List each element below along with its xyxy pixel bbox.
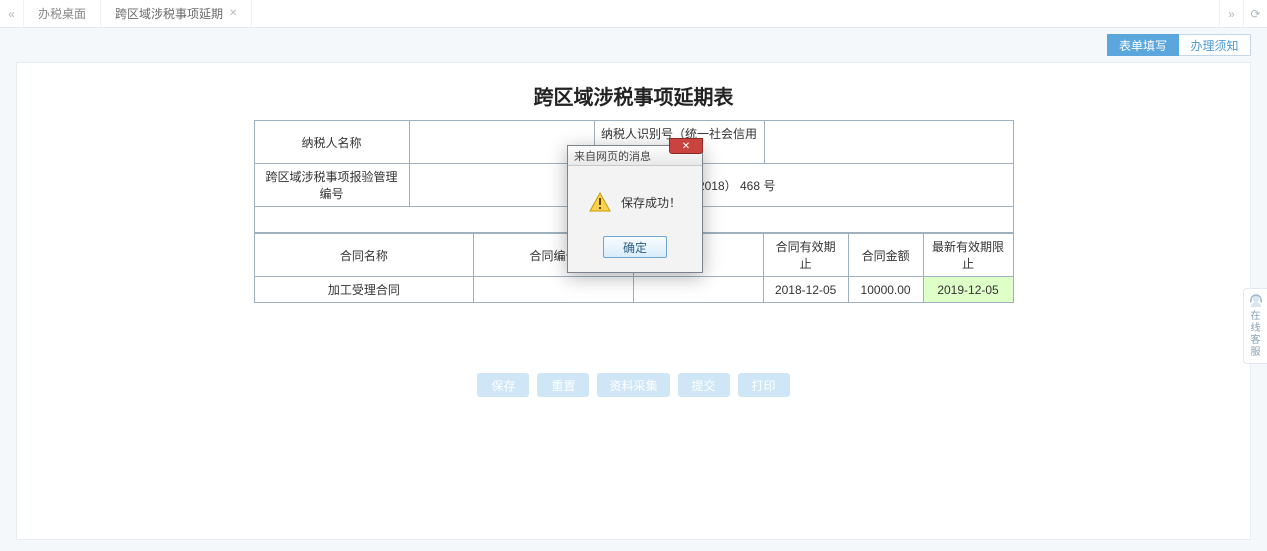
col-amount: 合同金额 bbox=[848, 234, 923, 277]
alert-dialog: 来自网页的消息 ✕ 保存成功！ 确定 bbox=[567, 145, 703, 273]
cell-contract-no bbox=[474, 277, 634, 303]
cell-valid-to: 2018-12-05 bbox=[763, 277, 848, 303]
cell-contract-name: 加工受理合同 bbox=[254, 277, 474, 303]
cell-hidden bbox=[633, 277, 763, 303]
dialog-message: 保存成功！ bbox=[621, 194, 681, 211]
value-taxpayer-id[interactable] bbox=[764, 121, 1013, 164]
dialog-footer: 确定 bbox=[568, 236, 702, 272]
tab-bar: « 办税桌面 跨区域涉税事项延期 ✕ » ⟳ bbox=[0, 0, 1267, 28]
tabs-scroll-right[interactable]: » bbox=[1219, 0, 1243, 27]
col-valid-to: 合同有效期止 bbox=[763, 234, 848, 277]
value-mgmt-no: 税跨报 （2018） 468 号 bbox=[409, 164, 1013, 207]
cell-amount: 10000.00 bbox=[848, 277, 923, 303]
collect-button[interactable]: 资料采集 bbox=[597, 373, 669, 397]
tab-cross-region-extension[interactable]: 跨区域涉税事项延期 ✕ bbox=[101, 0, 252, 27]
dialog-body: 保存成功！ bbox=[568, 166, 702, 236]
side-label: 在线客服 bbox=[1251, 311, 1261, 358]
pill-form-fill[interactable]: 表单填写 bbox=[1107, 34, 1179, 56]
refresh-icon: ⟳ bbox=[1250, 7, 1260, 21]
col-contract-name: 合同名称 bbox=[254, 234, 474, 277]
print-button[interactable]: 打印 bbox=[738, 373, 790, 397]
tab-desktop[interactable]: 办税桌面 bbox=[24, 0, 101, 27]
online-service-widget[interactable]: 在线客服 bbox=[1243, 288, 1267, 364]
col-new-deadline: 最新有效期限止 bbox=[923, 234, 1013, 277]
dialog-titlebar[interactable]: 来自网页的消息 ✕ bbox=[568, 146, 702, 166]
action-buttons: 保存 重置 资料采集 提交 打印 bbox=[254, 373, 1014, 397]
tab-label: 跨区域涉税事项延期 bbox=[115, 5, 223, 22]
ok-button[interactable]: 确定 bbox=[603, 236, 667, 258]
main-panel: 跨区域涉税事项延期表 纳税人名称 纳税人识别号（统一社会信用代码） 跨区域涉税事… bbox=[16, 62, 1251, 540]
label-mgmt-no: 跨区域涉税事项报验管理编号 bbox=[254, 164, 409, 207]
close-icon[interactable]: ✕ bbox=[229, 8, 237, 19]
tabs-refresh[interactable]: ⟳ bbox=[1243, 0, 1267, 27]
dialog-close-button[interactable]: ✕ bbox=[669, 138, 703, 154]
label-taxpayer-name: 纳税人名称 bbox=[254, 121, 409, 164]
pill-instructions[interactable]: 办理须知 bbox=[1179, 34, 1251, 56]
dialog-title: 来自网页的消息 bbox=[574, 148, 651, 164]
page-title: 跨区域涉税事项延期表 bbox=[254, 69, 1014, 120]
cell-new-deadline[interactable]: 2019-12-05 bbox=[923, 277, 1013, 303]
headset-icon bbox=[1246, 293, 1265, 309]
chevron-double-left-icon: « bbox=[8, 7, 15, 21]
reset-button[interactable]: 重置 bbox=[537, 373, 589, 397]
table-row: 加工受理合同 2018-12-05 10000.00 2019-12-05 bbox=[254, 277, 1013, 303]
save-button[interactable]: 保存 bbox=[477, 373, 529, 397]
tabs-scroll-left[interactable]: « bbox=[0, 0, 24, 27]
submit-button[interactable]: 提交 bbox=[678, 373, 730, 397]
chevron-double-right-icon: » bbox=[1228, 7, 1235, 21]
close-icon: ✕ bbox=[682, 141, 690, 152]
warning-icon bbox=[589, 192, 611, 212]
tab-label: 办税桌面 bbox=[38, 5, 86, 22]
subnav: 表单填写 办理须知 bbox=[0, 28, 1267, 56]
